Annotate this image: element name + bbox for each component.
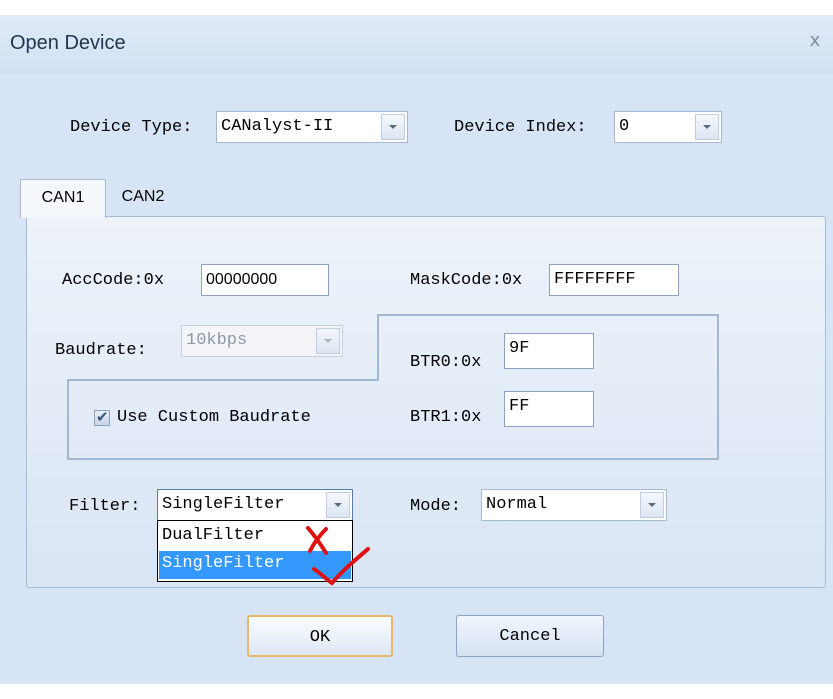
checkmark-icon: ✔ <box>96 408 109 426</box>
mode-label: Mode: <box>410 497 462 516</box>
mode-select[interactable]: Normal <box>481 489 667 521</box>
btr1-value: FF <box>509 397 530 416</box>
btr1-input[interactable]: FF <box>504 391 594 427</box>
open-device-dialog: Open Device x Device Type: CANalyst-II D… <box>0 15 833 684</box>
custom-baudrate-checkbox[interactable]: ✔ <box>94 408 110 426</box>
btr0-input[interactable]: 9F <box>504 333 594 369</box>
chevron-down-icon <box>316 328 340 354</box>
chevron-down-icon[interactable] <box>326 492 350 518</box>
filter-option-label: SingleFilter <box>162 554 285 573</box>
filter-value: SingleFilter <box>162 495 285 514</box>
filter-label: Filter: <box>69 497 141 516</box>
ok-button-label: OK <box>309 628 331 647</box>
ok-button[interactable]: OK <box>247 615 393 657</box>
tab-can1[interactable]: CAN1 <box>20 179 106 218</box>
baudrate-value: 10kbps <box>186 331 248 350</box>
filter-option-label: DualFilter <box>162 526 265 545</box>
red-checkmark-icon <box>312 547 370 586</box>
btr0-label: BTR0:0x <box>410 353 482 372</box>
filter-select[interactable]: SingleFilter <box>157 489 353 521</box>
mode-value: Normal <box>486 495 548 514</box>
tab-can1-label: CAN1 <box>41 189 85 206</box>
btr1-label: BTR1:0x <box>410 408 482 427</box>
chevron-down-icon[interactable] <box>640 492 664 518</box>
baudrate-select: 10kbps <box>181 325 343 357</box>
custom-baudrate-label: Use Custom Baudrate <box>117 408 311 427</box>
cancel-button-label: Cancel <box>499 627 561 646</box>
cancel-button[interactable]: Cancel <box>456 615 604 657</box>
baudrate-label: Baudrate: <box>55 341 147 360</box>
btr0-value: 9F <box>509 339 530 358</box>
